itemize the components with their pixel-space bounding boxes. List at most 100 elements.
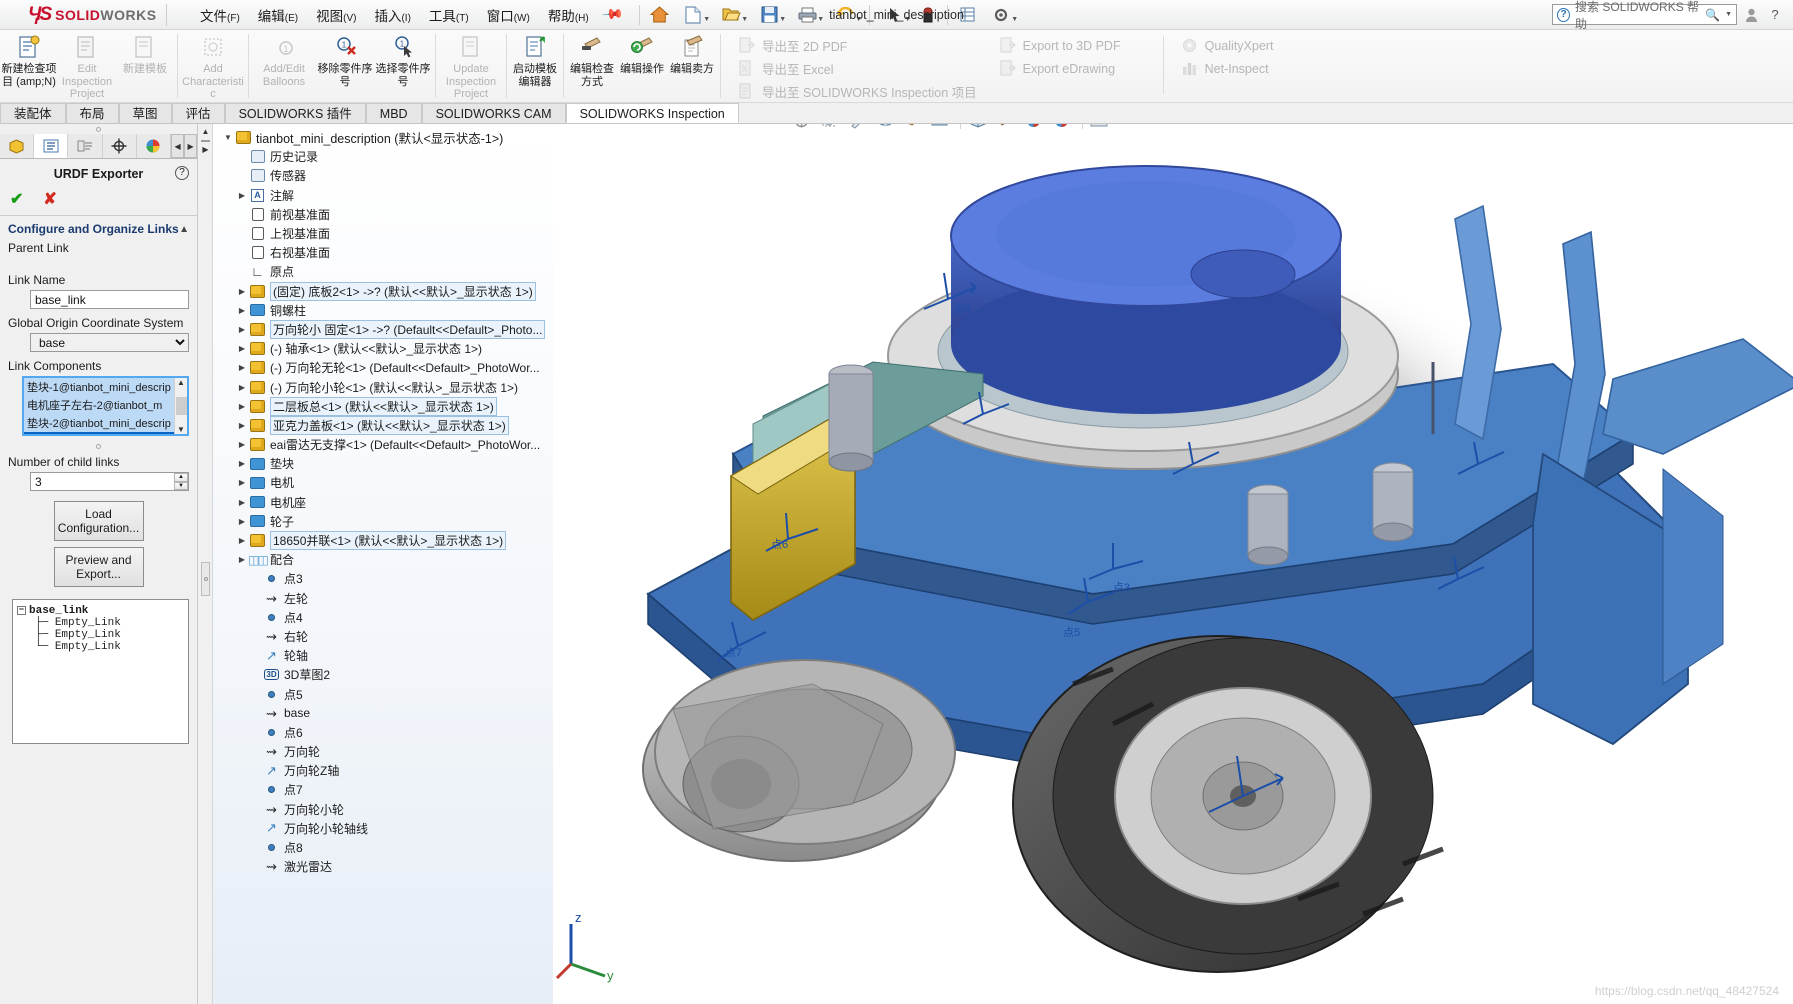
chevron-right-icon[interactable]: ▶	[235, 383, 249, 392]
feature-tree-row[interactable]: ▶ 亚克力盖板<1> (默认<<默认>_显示状态 1>)	[213, 415, 553, 435]
chevron-right-icon[interactable]: ▶	[235, 536, 249, 545]
ribbon-update-inspection-project[interactable]: Update Inspection Project	[439, 30, 503, 101]
link-tree-root[interactable]: − base_link	[17, 605, 184, 617]
tab-sketch[interactable]: 草图	[118, 103, 172, 123]
child-links-stepper[interactable]: ▲ ▼	[174, 473, 188, 490]
help-question-icon[interactable]: ?	[1765, 5, 1785, 25]
scroll-down-icon[interactable]: ▼	[177, 425, 185, 434]
menu-insert[interactable]: 插入(I)	[365, 1, 419, 29]
home-icon[interactable]	[646, 3, 673, 27]
robot-3d-model[interactable]: z y	[553, 124, 1793, 1004]
feature-tree-row[interactable]: 前视基准面	[213, 205, 553, 224]
ribbon-new-inspection-project[interactable]: 新建检查项目 (amp;N)	[0, 30, 58, 100]
chevron-down-icon[interactable]: ▼	[1725, 11, 1732, 18]
tab-scroll-left-icon[interactable]: ◀	[171, 134, 185, 158]
chevron-right-icon[interactable]: ▶	[235, 191, 249, 200]
feature-tree-row[interactable]: ▶ (-) 万向轮小轮<1> (默认<<默认>_显示状态 1>)	[213, 377, 553, 396]
feature-manager-tree[interactable]: ▼ tianbot_mini_description (默认<显示状态-1>) 历史…	[213, 124, 553, 1004]
open-document-icon[interactable]: ▼	[713, 3, 749, 27]
menu-help[interactable]: 帮助(H)	[539, 1, 598, 29]
export-inspection-project-item[interactable]: 导出至 SOLIDWORKS Inspection 项目	[730, 80, 985, 103]
feature-tree-row[interactable]: ▶ 铜螺柱	[213, 301, 553, 320]
feature-tree-row[interactable]: 右视基准面	[213, 243, 553, 262]
feature-tree-row[interactable]: ▶ (-) 万向轮无轮<1> (Default<<Default>_PhotoWo…	[213, 358, 553, 377]
undo-icon[interactable]: ▼	[827, 3, 863, 27]
chevron-right-icon[interactable]: ▶	[235, 421, 249, 430]
feature-tree-row[interactable]: ↗ 轮轴	[213, 646, 553, 665]
ribbon-remove-balloon[interactable]: 1 移除零件序号	[316, 30, 374, 100]
feature-tree-row[interactable]: ▶ 二层板总<1> (默认<<默认>_显示状态 1>)	[213, 396, 553, 416]
chevron-right-icon[interactable]: ▶	[235, 306, 249, 315]
configuration-manager-tab[interactable]	[68, 134, 103, 158]
panel-grip[interactable]	[0, 124, 197, 134]
chevron-right-icon[interactable]: ▶	[235, 517, 249, 526]
dimxpert-tab[interactable]	[103, 134, 137, 158]
export-edrawing-item[interactable]: Export eDrawing	[991, 57, 1160, 80]
feature-tree-row[interactable]: ▶ 电机座	[213, 493, 553, 512]
link-components-listbox[interactable]: 垫块-1@tianbot_mini_descrip 电机座子左右-2@tianb…	[22, 376, 189, 436]
feature-tree-row[interactable]: ▶ eai雷达无支撑<1> (Default<<Default>_PhotoWor…	[213, 435, 553, 454]
feature-tree-row[interactable]: 传感器	[213, 166, 553, 185]
search-icon[interactable]: 🔍	[1705, 8, 1720, 22]
link-tree-child[interactable]: ├─ Empty_Link	[17, 617, 184, 629]
help-search-box[interactable]: ? 搜索 SOLIDWORKS 帮助 🔍 ▼	[1552, 0, 1737, 31]
display-manager-tab[interactable]	[137, 134, 172, 158]
select-cursor-icon[interactable]: ▼	[876, 3, 912, 27]
feature-tree-row[interactable]: ↗ 万向轮Z轴	[213, 761, 553, 780]
list-item[interactable]: 电机-1@tianbot_mini_descrip	[24, 432, 187, 434]
new-document-icon[interactable]: ▼	[675, 3, 711, 27]
export-3d-pdf-item[interactable]: Export to 3D PDF	[991, 34, 1160, 57]
splitter-knob[interactable]	[201, 562, 210, 596]
menu-window[interactable]: 窗口(W)	[478, 1, 539, 29]
stepper-down-icon[interactable]: ▼	[174, 481, 188, 490]
listbox-resize-grip[interactable]	[0, 438, 197, 452]
help-icon[interactable]: ?	[175, 166, 189, 180]
child-links-input[interactable]	[30, 472, 189, 491]
feature-tree-row[interactable]: ▶ 垫块	[213, 454, 553, 473]
configure-links-section-header[interactable]: Configure and Organize Links ▲	[0, 216, 197, 238]
tab-solidworks-addins[interactable]: SOLIDWORKS 插件	[224, 103, 366, 123]
feature-tree-row[interactable]: ▶ 电机	[213, 473, 553, 492]
feature-tree-row[interactable]: 点3	[213, 569, 553, 588]
listbox-scrollbar[interactable]: ▲ ▼	[174, 378, 187, 434]
chevron-right-icon[interactable]: ▶	[235, 402, 249, 411]
stepper-up-icon[interactable]: ▲	[174, 473, 188, 482]
feature-tree-row[interactable]: ▶ (固定) 底板2<1> ->? (默认<<默认>_显示状态 1>)	[213, 281, 553, 301]
ribbon-edit-inspection-method[interactable]: 编辑检查方式	[567, 30, 617, 100]
chevron-right-icon[interactable]: ▶	[235, 325, 249, 334]
menu-file[interactable]: 文件(F)	[191, 1, 249, 29]
feature-tree-row[interactable]: ▶ 18650并联<1> (默认<<默认>_显示状态 1>)	[213, 531, 553, 551]
cancel-button[interactable]: ✘	[43, 189, 56, 209]
feature-tree-row[interactable]: 点8	[213, 838, 553, 857]
feature-tree-splitter[interactable]: ▲ ▶	[199, 124, 213, 1004]
net-inspect-item[interactable]: Net-Inspect	[1173, 57, 1327, 80]
chevron-up-icon[interactable]: ▲	[202, 127, 210, 136]
property-manager-tab[interactable]	[34, 134, 69, 158]
pin-icon[interactable]: 📌	[600, 2, 625, 26]
feature-manager-tab[interactable]	[0, 134, 35, 158]
tab-scroll-right-icon[interactable]: ▶	[184, 134, 198, 158]
list-item[interactable]: 垫块-2@tianbot_mini_descrip	[24, 414, 187, 432]
chevron-right-icon[interactable]: ▶	[235, 555, 249, 564]
feature-tree-row[interactable]: ⇝ 万向轮小轮	[213, 800, 553, 819]
qualityxpert-item[interactable]: QualityXpert	[1173, 34, 1327, 57]
link-tree-child[interactable]: ├─ Empty_Link	[17, 629, 184, 641]
preview-and-export-button[interactable]: Preview and Export...	[53, 547, 144, 587]
ribbon-edit-inspection-project[interactable]: Edit Inspection Project	[58, 30, 116, 101]
coordinate-system-select[interactable]: base	[30, 333, 189, 352]
feature-tree-row[interactable]: 点6	[213, 723, 553, 742]
grid-settings-icon[interactable]	[954, 3, 981, 27]
ribbon-add-characteristic[interactable]: Add Characteristic	[181, 30, 245, 101]
tab-evaluate[interactable]: 评估	[171, 103, 225, 123]
chevron-right-icon[interactable]: ▶	[235, 344, 249, 353]
ribbon-edit-operation[interactable]: 编辑操作	[617, 30, 667, 100]
tab-assembly[interactable]: 装配体	[0, 103, 66, 123]
measure-icon[interactable]	[914, 3, 941, 27]
confirm-button[interactable]: ✔	[10, 189, 23, 209]
load-configuration-button[interactable]: Load Configuration...	[53, 501, 144, 541]
scroll-up-icon[interactable]: ▲	[177, 378, 185, 387]
chevron-right-icon[interactable]: ▶	[202, 145, 208, 154]
link-tree-child[interactable]: └─ Empty_Link	[17, 641, 184, 653]
scrollbar-thumb[interactable]	[175, 397, 187, 415]
chevron-up-icon[interactable]: ▲	[179, 224, 189, 235]
